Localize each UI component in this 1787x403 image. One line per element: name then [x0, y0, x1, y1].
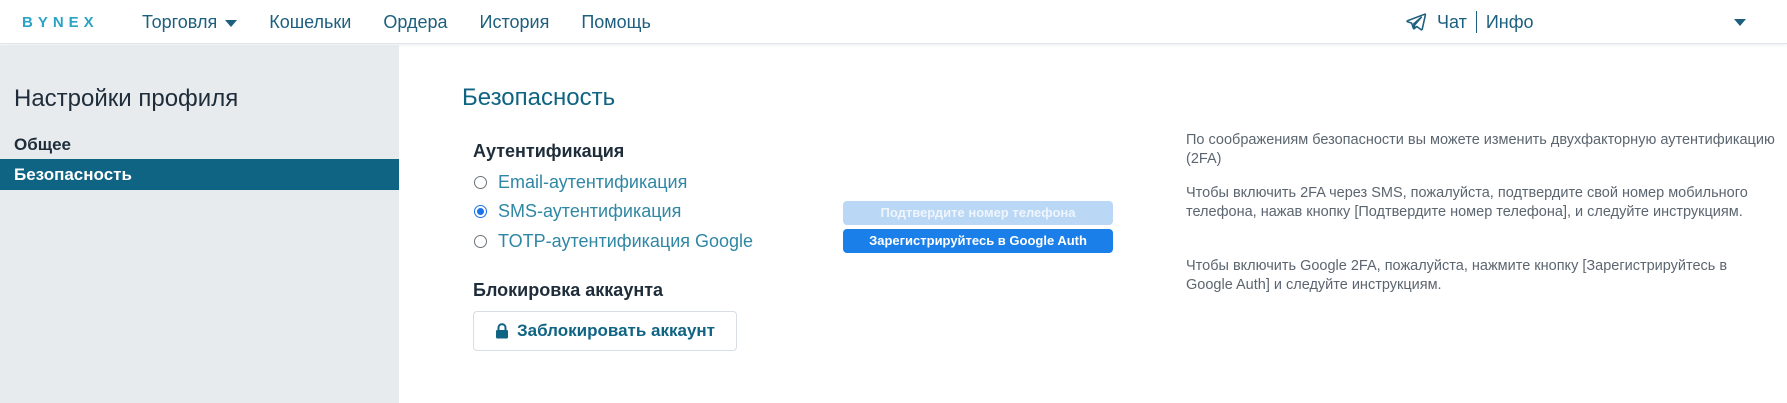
nav-orders[interactable]: Ордера	[383, 12, 447, 33]
register-google-auth-button[interactable]: Зарегистрируйтесь в Google Auth	[843, 229, 1113, 253]
verify-phone-button[interactable]: Подтвердите номер телефона	[843, 201, 1113, 225]
sidebar-title: Настройки профиля	[14, 85, 239, 112]
radio-label: TOTP-аутентификация Google	[498, 230, 754, 251]
radio-totp-google-auth[interactable]: TOTP-аутентификация Google	[474, 230, 753, 252]
profile-settings-sidebar: Настройки профиля Общее Безопасность	[0, 45, 399, 403]
chevron-down-icon[interactable]	[1734, 19, 1746, 26]
lock-account-button[interactable]: Заблокировать аккаунт	[473, 311, 737, 351]
nav-trading[interactable]: Торговля	[142, 11, 238, 33]
info-link[interactable]: Инфо	[1486, 12, 1534, 33]
main-nav: Торговля Кошельки Ордера История Помощь	[142, 0, 683, 44]
nav-divider	[1475, 11, 1477, 33]
radio-label: Email-аутентификация	[498, 171, 688, 192]
nav-help[interactable]: Помощь	[581, 12, 651, 33]
chat-link[interactable]: Чат	[1437, 12, 1467, 33]
radio-button[interactable]	[474, 234, 487, 248]
radio-button[interactable]	[474, 175, 487, 189]
radio-email-auth[interactable]: Email-аутентификация	[474, 171, 687, 193]
page-title: Безопасность	[462, 84, 616, 111]
lock-icon	[495, 323, 509, 339]
right-nav: Чат Инфо	[1405, 0, 1534, 44]
info-paragraph-google: Чтобы включить Google 2FA, пожалуйста, н…	[1186, 258, 1728, 293]
nav-wallets[interactable]: Кошельки	[269, 12, 351, 33]
radio-sms-auth[interactable]: SMS-аутентификация	[474, 200, 681, 222]
authentication-heading: Аутентификация	[473, 141, 625, 161]
radio-label: SMS-аутентификация	[498, 200, 682, 221]
sidebar-item-general[interactable]: Общее	[0, 129, 399, 160]
info-paragraph-2fa: По соображениям безопасности вы можете и…	[1186, 132, 1775, 167]
top-navigation-bar: BYNEX Торговля Кошельки Ордера История П…	[0, 0, 1787, 44]
nav-history[interactable]: История	[480, 12, 550, 33]
radio-button-selected[interactable]	[474, 204, 487, 218]
telegram-icon[interactable]	[1405, 11, 1427, 33]
caret-down-icon	[225, 19, 238, 27]
sidebar-item-security[interactable]: Безопасность	[0, 159, 399, 190]
lock-account-label: Заблокировать аккаунт	[516, 321, 716, 340]
nav-trading-label: Торговля	[142, 11, 218, 32]
info-paragraph-sms: Чтобы включить 2FA через SMS, пожалуйста…	[1186, 185, 1748, 220]
bynex-logo[interactable]: BYNEX	[22, 12, 99, 32]
account-lock-heading: Блокировка аккаунта	[473, 280, 664, 300]
